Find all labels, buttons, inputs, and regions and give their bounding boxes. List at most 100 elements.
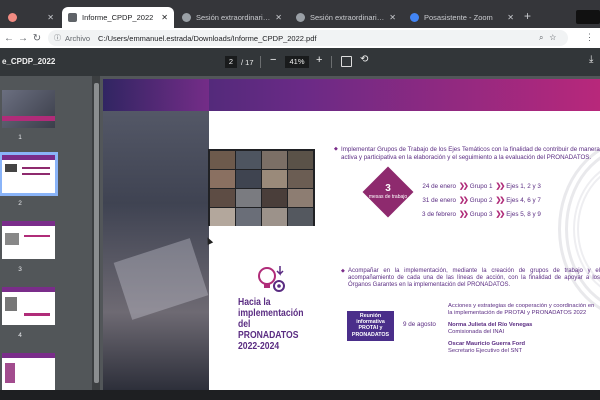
page-input[interactable]: 2 — [225, 56, 237, 68]
window-badge — [576, 10, 600, 24]
group-ejes: Ejes 1, 2 y 3 — [506, 182, 541, 190]
tab-zoom[interactable]: Posasistente - Zoom ✕ — [404, 7, 520, 28]
tab-0[interactable]: ✕ — [2, 7, 60, 28]
url-text: C:/Users/emmanuel.estrada/Downloads/Info… — [98, 33, 317, 43]
participant-tile — [236, 170, 261, 188]
person-name: Norma Julieta del Río Venegas — [448, 322, 533, 328]
close-icon[interactable]: ✕ — [389, 13, 396, 22]
zoom-out-icon[interactable]: − — [270, 54, 276, 66]
bottom-edge — [0, 390, 600, 400]
fit-page-icon[interactable] — [341, 56, 352, 67]
close-icon[interactable]: ✕ — [507, 13, 514, 22]
pdf-page: Implementar Grupos de Trabajo de los Eje… — [103, 79, 600, 390]
mesas-label: 3 mesas de trabajo — [360, 183, 416, 201]
back-icon[interactable]: ← — [2, 33, 16, 44]
participant-tile — [262, 151, 287, 169]
participant-tile — [210, 208, 235, 226]
thumbnail-page-3[interactable] — [2, 221, 55, 259]
group-name: Grupo 1 — [469, 182, 493, 190]
group-name: Grupo 3 — [469, 210, 493, 218]
person-role: Secretario Ejecutivo del SNT — [448, 348, 523, 354]
participant-tile — [262, 170, 287, 188]
tab-label: Sesión extraordinaria CVPDY — [310, 13, 385, 22]
rotate-icon[interactable]: ⟲ — [360, 54, 368, 65]
thumbnail-image — [5, 297, 17, 311]
download-icon[interactable]: ⤓ — [589, 54, 593, 65]
mesas-count: 3 — [385, 183, 391, 194]
background-photo — [103, 79, 209, 390]
favicon-icon — [8, 13, 17, 22]
info-icon: ⓘ — [54, 35, 61, 42]
participant-tile — [288, 170, 313, 188]
address-actions-icon[interactable]: ⌕☆ — [539, 33, 562, 43]
thumbnail-image — [5, 233, 19, 245]
address-label: Archivo — [65, 33, 91, 43]
thumbnail-band — [2, 287, 55, 292]
header-band-left — [103, 79, 209, 111]
thumbnail-image — [5, 363, 15, 383]
zoom-icon — [410, 13, 419, 22]
person-1: Norma Julieta del Río Venegas Comisionad… — [448, 322, 532, 336]
thumbnail-line — [22, 167, 50, 169]
group-row-2: 31 de enero ❯❯ Grupo 2 ❯❯ Ejes 4, 6 y 7 — [416, 196, 541, 205]
acciones-text: Acciones y estrategias de cooperación y … — [448, 303, 595, 316]
thumbnail-number: 1 — [18, 134, 22, 141]
reunion-box: Reunión informativa PROTAI y PRONADATOS — [347, 311, 394, 341]
globe-icon — [182, 13, 191, 22]
mesas-text: mesas de trabajo — [368, 194, 408, 200]
close-icon[interactable]: ✕ — [275, 13, 282, 22]
group-name: Grupo 2 — [469, 196, 493, 204]
group-row-3: 3 de febrero ❯❯ Grupo 3 ❯❯ Ejes 5, 8 y 9 — [416, 210, 541, 219]
thumbnail-image — [5, 164, 17, 172]
lightbulb-gear-icon — [258, 266, 285, 292]
pdf-toolbar: e_CPDP_2022 2 / 17 − 41% + ⟲ ⤓ — [0, 48, 600, 76]
participant-tile — [262, 189, 287, 207]
group-date: 24 de enero — [422, 182, 456, 190]
group-ejes: Ejes 5, 8 y 9 — [506, 210, 541, 218]
thumbnail-band — [2, 353, 55, 358]
globe-icon — [68, 13, 77, 22]
group-ejes: Ejes 4, 6 y 7 — [506, 196, 541, 204]
participant-tile — [236, 151, 261, 169]
zoom-in-icon[interactable]: + — [316, 54, 322, 66]
thumbnail-page-2[interactable] — [0, 152, 58, 196]
tab-strip: ✕ Informe_CPDP_2022 ✕ Sesión extraordina… — [0, 0, 600, 28]
group-row-1: 24 de enero ❯❯ Grupo 1 ❯❯ Ejes 1, 2 y 3 — [416, 182, 541, 191]
thumbnail-page-1[interactable] — [2, 90, 55, 128]
new-tab-button[interactable]: + — [524, 9, 531, 23]
double-chevron-icon: ❯❯ — [459, 197, 469, 204]
divider — [331, 56, 332, 68]
thumbnail-band — [2, 116, 55, 121]
tab-sesion-2[interactable]: Sesión extraordinaria CVPDY ✕ — [290, 7, 402, 28]
group-date: 3 de febrero — [422, 210, 456, 218]
thumbnail-line — [22, 173, 50, 175]
participant-tile — [210, 151, 235, 169]
participant-tile — [288, 189, 313, 207]
zoom-input[interactable]: 41% — [285, 56, 309, 68]
person-2: Oscar Mauricio Guerra Ford Secretario Ej… — [448, 341, 525, 355]
browser-window: ✕ Informe_CPDP_2022 ✕ Sesión extraordina… — [0, 0, 600, 400]
divider — [260, 56, 261, 68]
page-total: / 17 — [241, 58, 254, 67]
tab-sesion-1[interactable]: Sesión extraordinaria CVPDY ✕ — [176, 7, 288, 28]
forward-icon[interactable]: → — [16, 33, 30, 44]
reload-icon[interactable]: ↻ — [30, 33, 44, 44]
thumbnail-page-5[interactable] — [2, 353, 55, 390]
url-field[interactable]: ⓘ Archivo C:/Users/emmanuel.estrada/Down… — [48, 30, 568, 46]
thumbnail-line — [24, 235, 50, 237]
tab-label: Posasistente - Zoom — [424, 13, 493, 22]
participant-tile — [262, 208, 287, 226]
thumbnail-number: 4 — [18, 332, 22, 339]
close-icon[interactable]: ✕ — [161, 13, 168, 22]
tab-informe[interactable]: Informe_CPDP_2022 ✕ — [62, 7, 174, 28]
hacia-title: Hacia la implementación del PRONADATOS 2… — [238, 296, 304, 352]
thumbnail-sidebar: 1 2 3 4 — [0, 76, 92, 390]
thumbnail-band — [2, 155, 55, 160]
thumbnail-page-4[interactable] — [2, 287, 55, 325]
thumbnail-line — [24, 313, 50, 316]
video-call-grid — [208, 149, 315, 226]
double-chevron-icon: ❯❯ — [495, 183, 506, 190]
menu-icon[interactable]: ⋮ — [585, 32, 594, 43]
scrollbar-thumb[interactable] — [94, 83, 99, 383]
close-icon[interactable]: ✕ — [47, 13, 54, 22]
